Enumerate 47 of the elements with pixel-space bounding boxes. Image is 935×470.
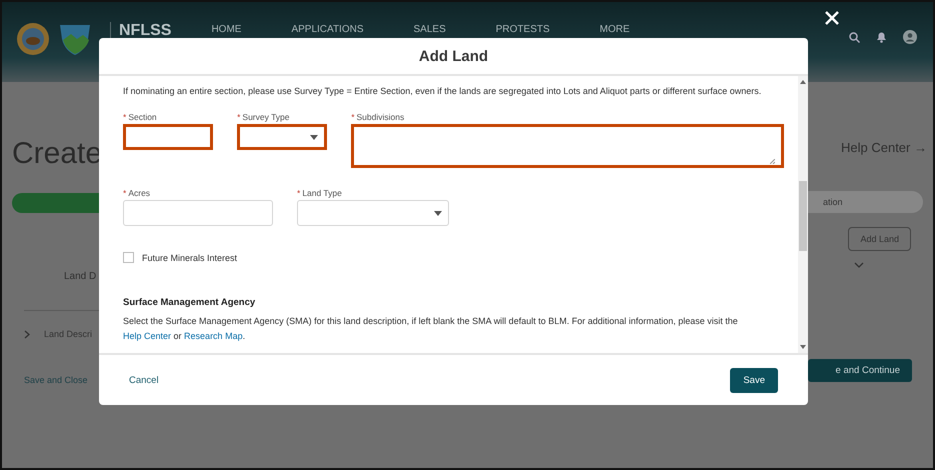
progress-step: ation <box>808 191 923 213</box>
checkbox-label: Future Minerals Interest <box>142 252 238 262</box>
scrollbar[interactable] <box>798 76 808 353</box>
required-mark: * <box>351 112 354 122</box>
shield-icon <box>58 22 92 56</box>
checkbox[interactable] <box>123 252 134 263</box>
cancel-link[interactable]: Cancel <box>129 374 159 386</box>
scroll-down-icon[interactable] <box>800 345 806 349</box>
field-label: Survey Type <box>242 112 290 122</box>
nav-item[interactable]: PROTESTS <box>496 24 550 35</box>
required-mark: * <box>123 112 126 122</box>
sma-description: Select the Surface Management Agency (SMA) for this land description, if left blank the SMA will default to BLM. For additional information, please visit the Help Center or Research Map. <box>123 315 739 343</box>
caret-down-icon <box>310 134 318 140</box>
scrollbar-thumb[interactable] <box>799 181 807 251</box>
search-icon[interactable] <box>849 32 860 42</box>
field-label: Acres <box>128 188 150 198</box>
save-button[interactable]: Save <box>730 368 778 392</box>
nav-item[interactable]: SALES <box>414 24 446 35</box>
chevron-down-icon[interactable] <box>854 261 864 269</box>
nav-item[interactable]: MORE <box>600 24 630 35</box>
seal-icon <box>16 22 50 56</box>
dialog-title: Add Land <box>99 38 808 76</box>
required-mark: * <box>297 188 300 198</box>
nav-item[interactable]: HOME <box>211 24 242 35</box>
required-mark: * <box>237 112 240 122</box>
section-heading: Surface Management Agency <box>123 297 256 308</box>
bell-icon[interactable] <box>876 31 887 43</box>
nav-item[interactable]: APPLICATIONS <box>291 24 364 35</box>
intro-text: If nominating an entire section, please use Survey Type = Entire Section, even if the lands are segregated into Lots and Aliquot parts or different surface owners. <box>123 85 762 98</box>
resize-handle-icon <box>770 159 776 164</box>
required-mark: * <box>123 188 126 198</box>
caret-down-icon <box>434 210 442 216</box>
field-label: Section <box>128 112 157 122</box>
scroll-up-icon[interactable] <box>800 80 806 84</box>
page-title: Create <box>12 137 99 171</box>
save-and-continue-button[interactable]: e and Continue <box>808 359 912 382</box>
textarea-field[interactable] <box>351 124 784 168</box>
field-label: Subdivisions <box>356 112 404 122</box>
row-label: Land Descri <box>44 329 92 339</box>
avatar-icon[interactable] <box>903 30 917 44</box>
dropdown-field[interactable] <box>237 124 328 150</box>
input-field[interactable] <box>123 124 214 150</box>
text-link[interactable]: Help Center <box>123 331 172 341</box>
text-link[interactable]: Research Map <box>184 331 243 341</box>
field-label: Land Type <box>302 188 342 198</box>
column-header: Land D <box>64 271 98 282</box>
chevron-right-icon[interactable] <box>24 330 30 338</box>
